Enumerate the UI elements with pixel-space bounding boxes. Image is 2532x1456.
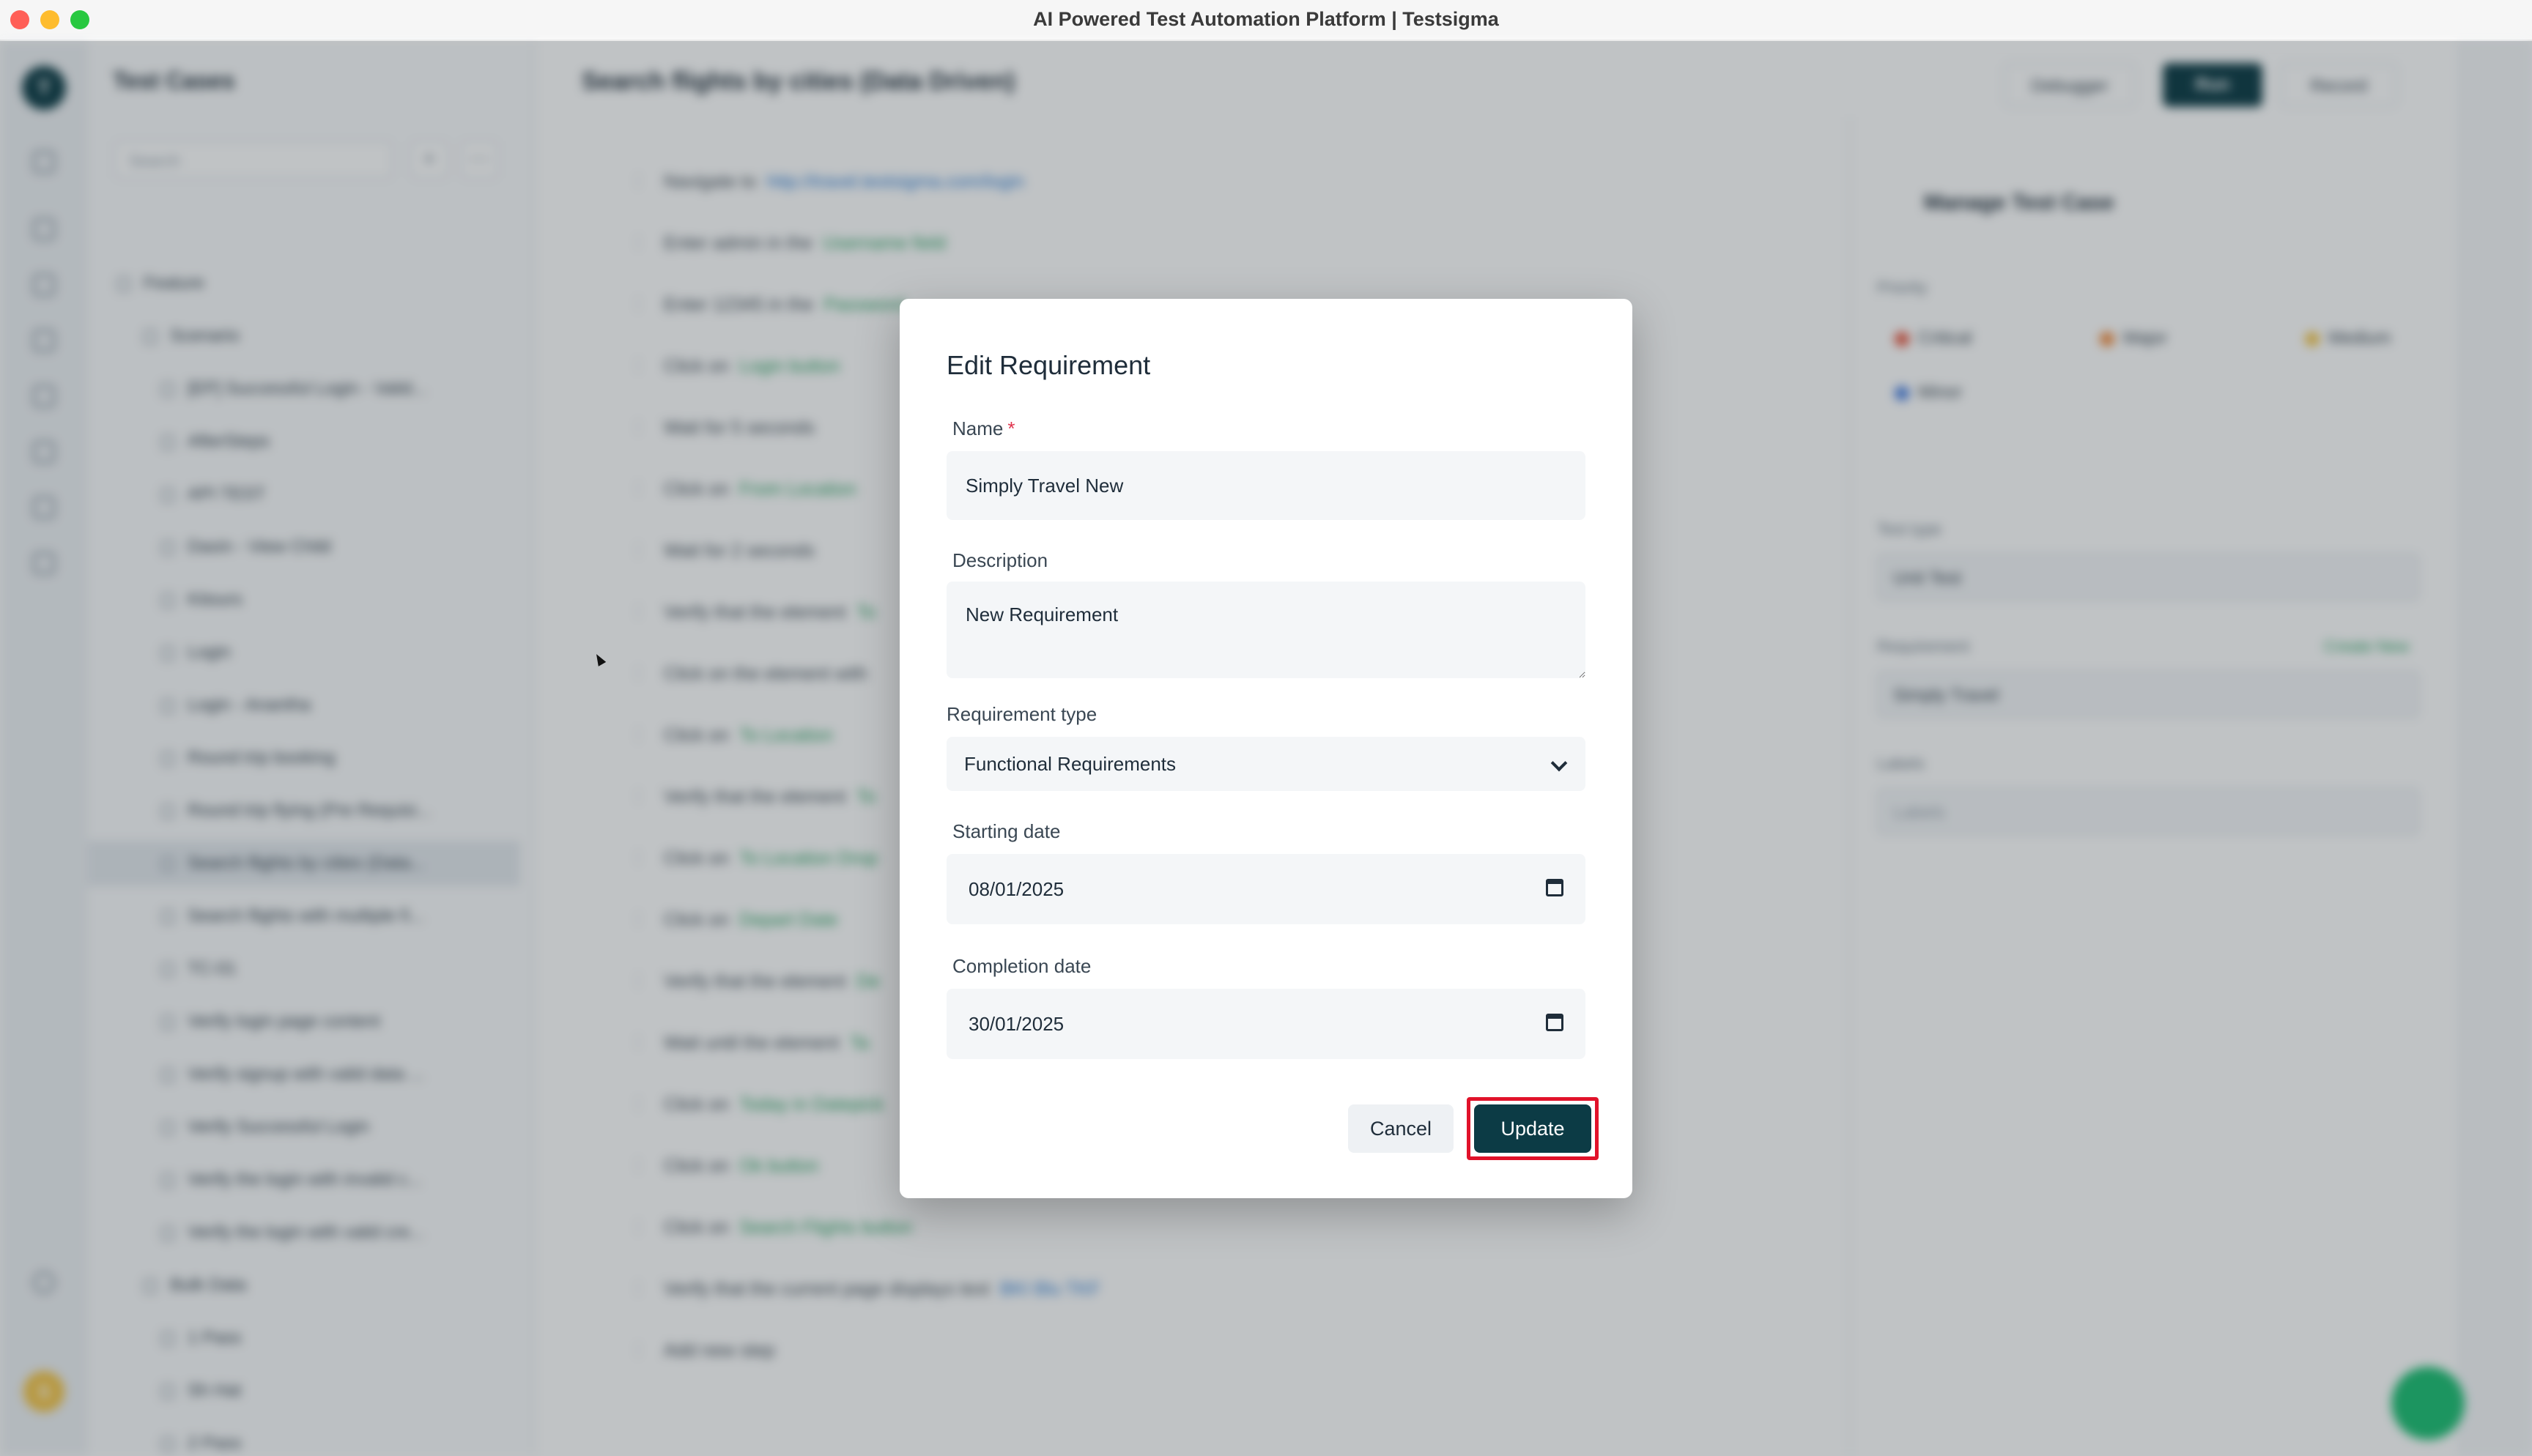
chevron-down-icon: [1550, 754, 1568, 772]
calendar-icon[interactable]: [1546, 1014, 1563, 1031]
title-bar: AI Powered Test Automation Platform | Te…: [0, 0, 2532, 41]
completion-date-value: 30/01/2025: [969, 1013, 1065, 1035]
starting-date-label: Starting date: [952, 820, 1061, 842]
requirement-type-value: Functional Requirements: [964, 753, 1177, 775]
requirement-type-label: Requirement type: [947, 703, 1097, 725]
completion-date-label: Completion date: [952, 955, 1092, 977]
completion-date-input[interactable]: 30/01/2025: [947, 989, 1585, 1059]
starting-date-value: 08/01/2025: [969, 878, 1065, 900]
window-title: AI Powered Test Automation Platform | Te…: [1033, 8, 1499, 30]
requirement-type-select[interactable]: Functional Requirements: [947, 737, 1585, 791]
update-button[interactable]: Update: [1474, 1104, 1591, 1153]
calendar-icon[interactable]: [1546, 879, 1563, 896]
description-textarea[interactable]: New Requirement: [947, 582, 1585, 678]
name-label: Name *: [952, 417, 1015, 439]
required-marker: *: [1007, 417, 1015, 439]
name-input[interactable]: [947, 451, 1585, 520]
edit-requirement-dialog: Edit Requirement Name* Description New R…: [900, 299, 1632, 1198]
description-label: Description: [952, 549, 1048, 571]
cancel-button[interactable]: Cancel: [1348, 1104, 1454, 1153]
starting-date-input[interactable]: 08/01/2025: [947, 854, 1585, 924]
dialog-title: Edit Requirement: [947, 350, 1151, 380]
